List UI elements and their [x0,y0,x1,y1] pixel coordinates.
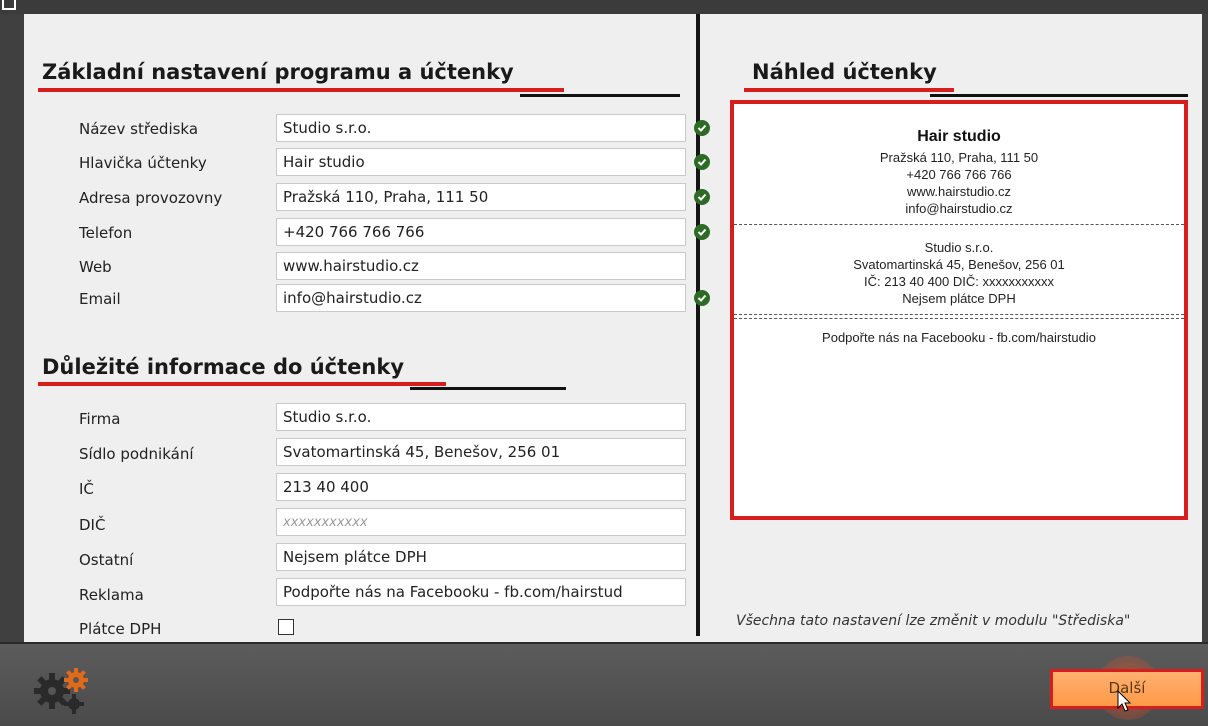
basic-settings-heading: Základní nastavení programu a účtenky [42,60,514,84]
advertisement-field[interactable]: Podpořte nás na Facebooku - fb.com/hairs… [276,578,686,606]
label-other: Ostatní [79,551,134,569]
ic-field[interactable]: 213 40 400 [276,473,686,501]
phone-field[interactable]: +420 766 766 766 [276,218,686,246]
window-menu-icon[interactable] [2,0,16,10]
label-phone: Telefon [79,224,133,242]
label-advertisement: Reklama [79,586,144,604]
receipt-preview: Hair studio Pražská 110, Praha, 111 50 +… [730,100,1188,520]
mouse-cursor-icon [1117,689,1133,718]
panel-divider [696,14,700,636]
receipt-header-field[interactable]: Hair studio [276,148,686,176]
label-email: Email [79,290,121,308]
valid-check-icon [694,154,710,170]
label-store-name: Název střediska [79,120,199,138]
registered-office-field[interactable]: Svatomartinská 45, Benešov, 256 01 [276,438,686,466]
other-field[interactable]: Nejsem plátce DPH [276,543,686,571]
label-vat-payer: Plátce DPH [79,620,162,638]
heading-underline-black [410,387,566,390]
heading-underline-black [930,94,1188,97]
receipt-line: Nejsem plátce DPH [902,291,1016,306]
valid-check-icon [694,120,710,136]
receipt-line: www.hairstudio.cz [906,184,1012,199]
left-frame [0,14,24,642]
web-field[interactable]: www.hairstudio.cz [276,252,686,280]
receipt-title: Hair studio [917,128,1001,145]
company-field[interactable]: Studio s.r.o. [276,403,686,431]
receipt-ad-line: Podpořte nás na Facebooku - fb.com/hairs… [822,330,1096,345]
receipt-line: Svatomartinská 45, Benešov, 256 01 [853,257,1065,272]
gears-icon[interactable] [30,664,106,714]
valid-check-icon [694,290,710,306]
business-address-field[interactable]: Pražská 110, Praha, 111 50 [276,183,686,211]
receipt-line: Studio s.r.o. [924,240,994,255]
receipt-double-separator [734,314,1184,319]
label-dic: DIČ [79,516,106,534]
receipt-line: Pražská 110, Praha, 111 50 [879,150,1039,165]
heading-underline-red [38,88,564,92]
heading-underline-red [744,88,954,92]
heading-underline-red [38,382,446,386]
important-info-heading: Důležité informace do účtenky [42,355,405,379]
valid-check-icon [694,189,710,205]
receipt-preview-heading: Náhled účtenky [752,60,937,84]
settings-footnote: Všechna tato nastavení lze změnit v modu… [736,613,1131,629]
receipt-separator [734,224,1184,225]
store-name-field[interactable]: Studio s.r.o. [276,114,686,142]
label-ic: IČ [79,480,94,498]
valid-check-icon [694,224,710,240]
label-registered-office: Sídlo podnikání [79,445,194,463]
right-frame [1202,14,1208,642]
heading-underline-black [520,94,680,97]
receipt-line: IČ: 213 40 400 DIČ: xxxxxxxxxxx [863,274,1054,289]
bottom-bar [0,642,1208,726]
label-receipt-header: Hlavička účtenky [79,154,207,172]
receipt-line: info@hairstudio.cz [905,201,1013,216]
label-web: Web [79,258,112,276]
receipt-line: +420 766 766 766 [906,167,1012,182]
dic-field[interactable]: xxxxxxxxxxx [276,508,686,536]
email-field[interactable]: info@hairstudio.cz [276,284,686,312]
label-business-address: Adresa provozovny [79,189,223,207]
window-top-bar [0,0,1208,14]
label-company: Firma [79,410,121,428]
vat-payer-checkbox[interactable] [278,619,294,635]
